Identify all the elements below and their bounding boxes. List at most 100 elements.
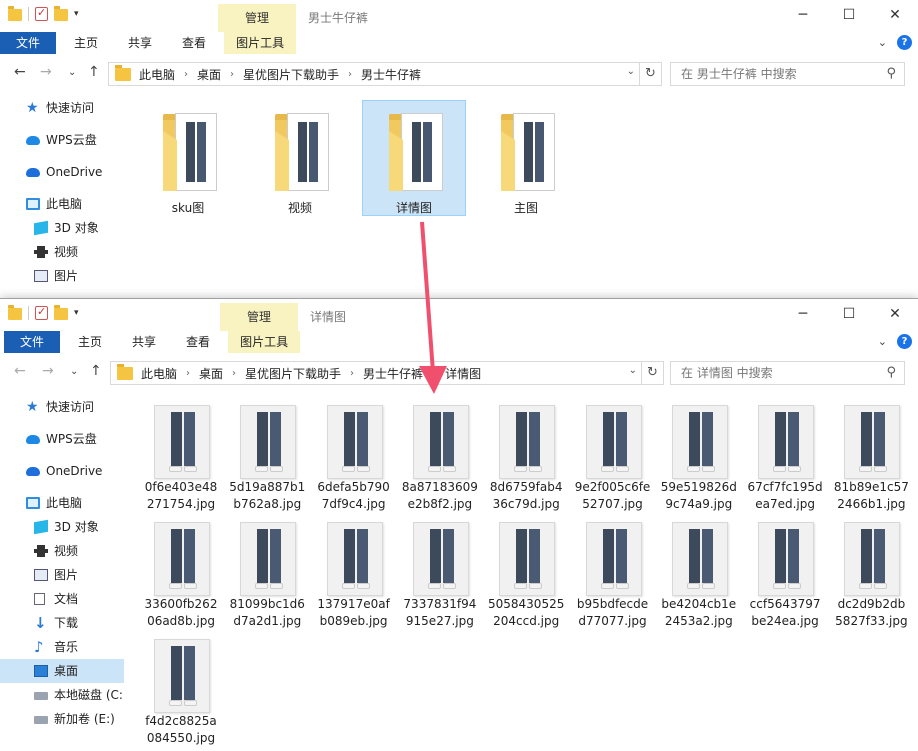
file-item[interactable]: 5d19a887b1 b762a8.jpg <box>224 397 310 513</box>
chevron-down-icon[interactable]: ▾ <box>74 308 79 318</box>
file-item[interactable]: 59e519826d 9c74a9.jpg <box>656 397 742 513</box>
tab-picture-tools[interactable]: 图片工具 <box>224 32 297 54</box>
tab-file[interactable]: 文件 <box>4 331 61 353</box>
sidebar-item-this-pc[interactable]: 此电脑 <box>0 491 124 515</box>
file-item[interactable]: dc2d9b2db 5827f33.jpg <box>828 514 914 630</box>
tab-manage[interactable]: 管理 <box>220 303 298 331</box>
chevron-right-icon[interactable]: › <box>184 69 188 80</box>
forward-arrow-icon[interactable]: → <box>40 64 52 80</box>
sidebar-item-volume-e[interactable]: 新加卷 (E:) <box>0 707 124 731</box>
file-item[interactable]: be4204cb1e 2453a2.jpg <box>656 514 742 630</box>
sidebar-item-documents[interactable]: 文档 <box>0 587 124 611</box>
refresh-icon[interactable]: ↻ <box>640 62 662 86</box>
file-item[interactable]: 33600fb262 06ad8b.jpg <box>138 514 224 630</box>
file-item[interactable]: 67cf7fc195d ea7ed.jpg <box>742 397 828 513</box>
folder-icon[interactable] <box>8 305 22 320</box>
folder-icon[interactable] <box>8 6 22 21</box>
back-arrow-icon[interactable]: ← <box>14 64 26 80</box>
tab-home[interactable]: 主页 <box>62 32 110 54</box>
chevron-right-icon[interactable]: › <box>348 69 352 80</box>
search-input[interactable]: 在 详情图 中搜索 ⚲ <box>670 361 905 385</box>
breadcrumb-item[interactable]: 男士牛仔裤 <box>363 365 423 382</box>
sidebar-item-pictures[interactable]: 图片 <box>0 563 124 587</box>
close-icon[interactable]: ✕ <box>872 0 918 30</box>
minimize-icon[interactable]: ─ <box>780 0 826 30</box>
file-item[interactable]: 8d6759fab4 36c79d.jpg <box>483 397 569 513</box>
tab-file[interactable]: 文件 <box>0 32 57 54</box>
folder-item[interactable]: 详情图 <box>362 100 466 216</box>
breadcrumb-item[interactable]: 男士牛仔裤 <box>361 66 421 83</box>
tab-picture-tools[interactable]: 图片工具 <box>228 331 301 353</box>
file-item[interactable]: 8a87183609 e2b8f2.jpg <box>397 397 483 513</box>
sidebar-item-desktop[interactable]: 桌面 <box>0 659 124 683</box>
help-icon[interactable]: ? <box>897 35 912 50</box>
breadcrumb-item[interactable]: 桌面 <box>197 66 221 83</box>
refresh-icon[interactable]: ↻ <box>642 361 664 385</box>
chevron-down-icon[interactable]: ▾ <box>74 9 79 19</box>
up-arrow-icon[interactable]: ↑ <box>90 363 102 379</box>
new-folder-icon[interactable] <box>54 6 68 21</box>
tab-manage[interactable]: 管理 <box>218 4 296 32</box>
tab-share[interactable]: 共享 <box>120 331 168 353</box>
tab-home[interactable]: 主页 <box>66 331 114 353</box>
file-item[interactable]: 137917e0af b089eb.jpg <box>311 514 397 630</box>
maximize-icon[interactable]: ☐ <box>826 0 872 30</box>
sidebar-item-pictures[interactable]: 图片 <box>0 264 124 288</box>
address-bar[interactable]: 此电脑 › 桌面 › 星优图片下载助手 › 男士牛仔裤 ⌄ <box>108 62 640 86</box>
folder-item[interactable]: 视频 <box>248 100 352 216</box>
sidebar-item-videos[interactable]: 视频 <box>0 539 124 563</box>
recent-dropdown-icon[interactable]: ⌄ <box>70 366 78 377</box>
sidebar-item-quick-access[interactable]: ★ 快速访问 <box>0 395 124 419</box>
chevron-right-icon[interactable]: › <box>230 69 234 80</box>
up-arrow-icon[interactable]: ↑ <box>88 64 100 80</box>
sidebar-item-wps-cloud[interactable]: WPS云盘 <box>0 128 124 152</box>
tab-view[interactable]: 查看 <box>174 331 222 353</box>
file-item[interactable]: 9e2f005c6fe 52707.jpg <box>570 397 656 513</box>
properties-icon[interactable] <box>35 6 48 21</box>
chevron-right-icon[interactable]: › <box>350 368 354 379</box>
file-item[interactable]: 5058430525 204ccd.jpg <box>483 514 569 630</box>
chevron-right-icon[interactable]: › <box>232 368 236 379</box>
sidebar-item-onedrive[interactable]: OneDrive <box>0 160 124 184</box>
expand-ribbon-icon[interactable]: ⌄ <box>878 335 887 348</box>
folder-item[interactable]: sku图 <box>136 100 240 216</box>
breadcrumb-item[interactable]: 详情图 <box>445 365 481 382</box>
file-item[interactable]: f4d2c8825a 084550.jpg <box>138 631 224 747</box>
breadcrumb-item[interactable]: 此电脑 <box>141 365 177 382</box>
file-item[interactable]: 0f6e403e48 271754.jpg <box>138 397 224 513</box>
file-item[interactable]: 81099bc1d6 d7a2d1.jpg <box>224 514 310 630</box>
close-icon[interactable]: ✕ <box>872 299 918 329</box>
expand-ribbon-icon[interactable]: ⌄ <box>878 36 887 49</box>
chevron-down-icon[interactable]: ⌄ <box>629 365 637 376</box>
folder-item[interactable]: 主图 <box>474 100 578 216</box>
sidebar-item-wps-cloud[interactable]: WPS云盘 <box>0 427 124 451</box>
sidebar-item-music[interactable]: ♪ 音乐 <box>0 635 124 659</box>
breadcrumb-item[interactable]: 星优图片下载助手 <box>245 365 341 382</box>
sidebar-item-this-pc[interactable]: 此电脑 <box>0 192 124 216</box>
forward-arrow-icon[interactable]: → <box>42 363 54 379</box>
search-input[interactable]: 在 男士牛仔裤 中搜索 ⚲ <box>670 62 905 86</box>
address-bar[interactable]: 此电脑 › 桌面 › 星优图片下载助手 › 男士牛仔裤 › 详情图 ⌄ <box>110 361 642 385</box>
breadcrumb-item[interactable]: 桌面 <box>199 365 223 382</box>
sidebar-item-downloads[interactable]: ↓ 下载 <box>0 611 124 635</box>
file-item[interactable]: 7337831f94 915e27.jpg <box>397 514 483 630</box>
breadcrumb-item[interactable]: 星优图片下载助手 <box>243 66 339 83</box>
chevron-right-icon[interactable]: › <box>432 368 436 379</box>
file-item[interactable]: ccf5643797 be24ea.jpg <box>742 514 828 630</box>
file-item[interactable]: 6defa5b790 7df9c4.jpg <box>311 397 397 513</box>
tab-view[interactable]: 查看 <box>170 32 218 54</box>
sidebar-item-3d-objects[interactable]: 3D 对象 <box>0 216 124 240</box>
minimize-icon[interactable]: ─ <box>780 299 826 329</box>
tab-share[interactable]: 共享 <box>116 32 164 54</box>
sidebar-item-videos[interactable]: 视频 <box>0 240 124 264</box>
sidebar-item-3d-objects[interactable]: 3D 对象 <box>0 515 124 539</box>
new-folder-icon[interactable] <box>54 305 68 320</box>
maximize-icon[interactable]: ☐ <box>826 299 872 329</box>
back-arrow-icon[interactable]: ← <box>14 363 26 379</box>
properties-icon[interactable] <box>35 305 48 320</box>
recent-dropdown-icon[interactable]: ⌄ <box>68 67 76 78</box>
sidebar-item-onedrive[interactable]: OneDrive <box>0 459 124 483</box>
sidebar-item-quick-access[interactable]: ★ 快速访问 <box>0 96 124 120</box>
file-item[interactable]: 81b89e1c57 2466b1.jpg <box>828 397 914 513</box>
sidebar-item-local-disk-c[interactable]: 本地磁盘 (C:) <box>0 683 124 707</box>
